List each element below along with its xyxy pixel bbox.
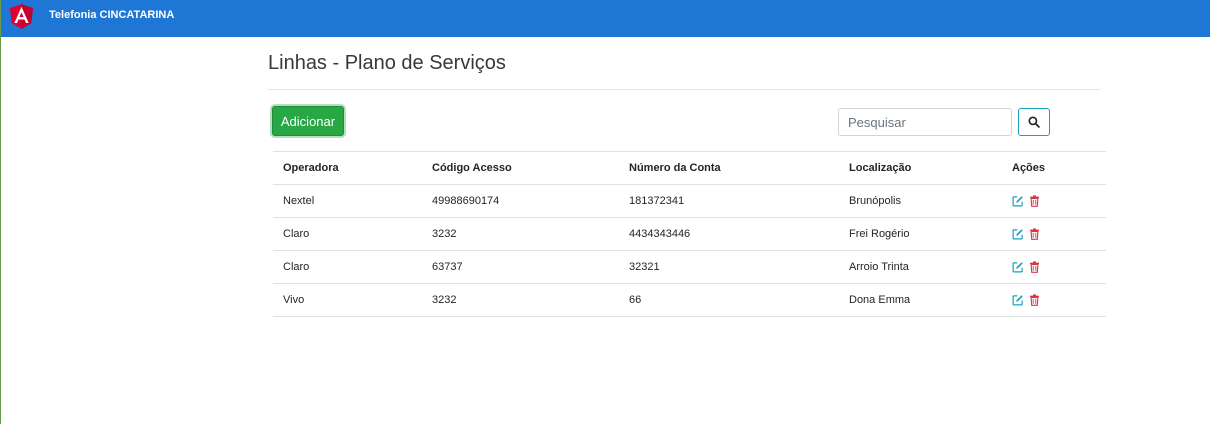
cell-numero-conta: 32321 — [619, 250, 839, 284]
row-actions — [1012, 261, 1106, 273]
cell-localizacao: Brunópolis — [839, 184, 1002, 218]
cell-codigo-acesso: 49988690174 — [422, 184, 619, 218]
page: Telefonia CINCATARINA Linhas - Plano de … — [0, 0, 1210, 424]
cell-codigo-acesso: 3232 — [422, 217, 619, 251]
edit-icon[interactable] — [1012, 228, 1024, 240]
lines-table: Operadora Código Acesso Número da Conta … — [273, 151, 1106, 317]
trash-icon[interactable] — [1029, 195, 1041, 207]
search-button[interactable] — [1018, 108, 1050, 136]
navbar: Telefonia CINCATARINA — [1, 0, 1210, 37]
search-input[interactable] — [838, 108, 1012, 136]
header-codigo-acesso[interactable]: Código Acesso — [422, 151, 619, 185]
header-numero-conta[interactable]: Número da Conta — [619, 151, 839, 185]
cell-numero-conta: 66 — [619, 283, 839, 317]
cell-numero-conta: 4434343446 — [619, 217, 839, 251]
angular-logo-icon[interactable] — [10, 4, 33, 29]
row-actions — [1012, 195, 1106, 207]
table-row: Claro 63737 32321 Arroio Trinta — [273, 250, 1106, 284]
trash-icon[interactable] — [1029, 228, 1041, 240]
header-operadora[interactable]: Operadora — [273, 151, 422, 185]
trash-icon[interactable] — [1029, 294, 1041, 306]
edit-icon[interactable] — [1012, 195, 1024, 207]
cell-numero-conta: 181372341 — [619, 184, 839, 218]
cell-operadora: Nextel — [273, 184, 422, 218]
add-button[interactable]: Adicionar — [272, 106, 344, 136]
cell-acoes — [1002, 250, 1106, 284]
cell-operadora: Vivo — [273, 283, 422, 317]
row-actions — [1012, 228, 1106, 240]
page-title: Linhas - Plano de Serviços — [268, 52, 506, 74]
cell-operadora: Claro — [273, 217, 422, 251]
header-acoes: Ações — [1002, 151, 1106, 185]
cell-codigo-acesso: 63737 — [422, 250, 619, 284]
cell-localizacao: Arroio Trinta — [839, 250, 1002, 284]
table-body: Nextel 49988690174 181372341 Brunópolis Clar… — [273, 184, 1106, 317]
title-divider — [268, 89, 1100, 90]
cell-acoes — [1002, 184, 1106, 218]
cell-acoes — [1002, 283, 1106, 317]
header-localizacao[interactable]: Localização — [839, 151, 1002, 185]
cell-localizacao: Dona Emma — [839, 283, 1002, 317]
edit-icon[interactable] — [1012, 294, 1024, 306]
cell-operadora: Claro — [273, 250, 422, 284]
search-icon — [1028, 116, 1040, 128]
trash-icon[interactable] — [1029, 261, 1041, 273]
table-row: Claro 3232 4434343446 Frei Rogério — [273, 217, 1106, 251]
cell-acoes — [1002, 217, 1106, 251]
navbar-brand[interactable]: Telefonia CINCATARINA — [49, 9, 174, 22]
cell-codigo-acesso: 3232 — [422, 283, 619, 317]
table-header-row: Operadora Código Acesso Número da Conta … — [273, 151, 1106, 185]
row-actions — [1012, 294, 1106, 306]
table-row: Vivo 3232 66 Dona Emma — [273, 283, 1106, 317]
cell-localizacao: Frei Rogério — [839, 217, 1002, 251]
edit-icon[interactable] — [1012, 261, 1024, 273]
table-row: Nextel 49988690174 181372341 Brunópolis — [273, 184, 1106, 218]
